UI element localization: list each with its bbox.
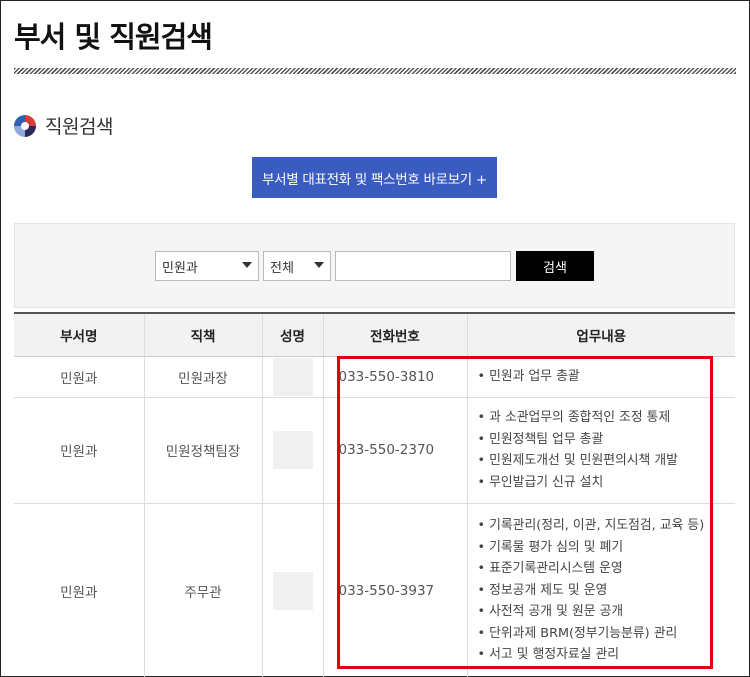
position-cell: 민원정책팀장 — [143, 397, 262, 504]
chevron-down-icon — [242, 262, 252, 268]
name-cell — [261, 397, 323, 504]
section-bullet-icon — [14, 114, 36, 137]
dept-select-value: 민원과 — [162, 260, 198, 276]
search-panel: 민원과 전체 검색 — [14, 223, 735, 308]
redacted-name — [272, 357, 313, 396]
name-cell — [261, 356, 323, 398]
table-header-row: 부서명 직책 성명 전화번호 업무내용 — [14, 312, 735, 357]
header-phone: 전화번호 — [322, 312, 467, 357]
section-header: 직원검색 — [14, 112, 113, 139]
dept-cell: 민원과 — [14, 503, 144, 677]
header-dept: 부서명 — [14, 312, 144, 357]
position-cell: 민원과장 — [143, 356, 262, 398]
highlight-box — [337, 356, 713, 669]
scope-select[interactable]: 전체 — [263, 251, 331, 281]
section-title: 직원검색 — [45, 116, 113, 138]
header-duties: 업무내용 — [466, 312, 735, 357]
dept-phone-fax-button[interactable]: 부서별 대표전화 및 팩스번호 바로보기 + — [252, 157, 497, 198]
redacted-name — [272, 431, 313, 469]
position-cell: 주무관 — [143, 503, 262, 677]
name-cell — [261, 503, 323, 677]
search-input[interactable] — [335, 251, 511, 281]
title-divider — [14, 68, 736, 74]
search-button[interactable]: 검색 — [516, 251, 594, 281]
header-position: 직책 — [143, 312, 262, 357]
dept-cell: 민원과 — [14, 356, 144, 398]
header-name: 성명 — [261, 312, 323, 357]
dept-select[interactable]: 민원과 — [155, 251, 259, 281]
chevron-down-icon — [314, 262, 324, 268]
dept-cell: 민원과 — [14, 397, 144, 504]
page-title: 부서 및 직원검색 — [14, 20, 213, 54]
redacted-name — [272, 571, 313, 610]
scope-select-value: 전체 — [270, 260, 294, 276]
